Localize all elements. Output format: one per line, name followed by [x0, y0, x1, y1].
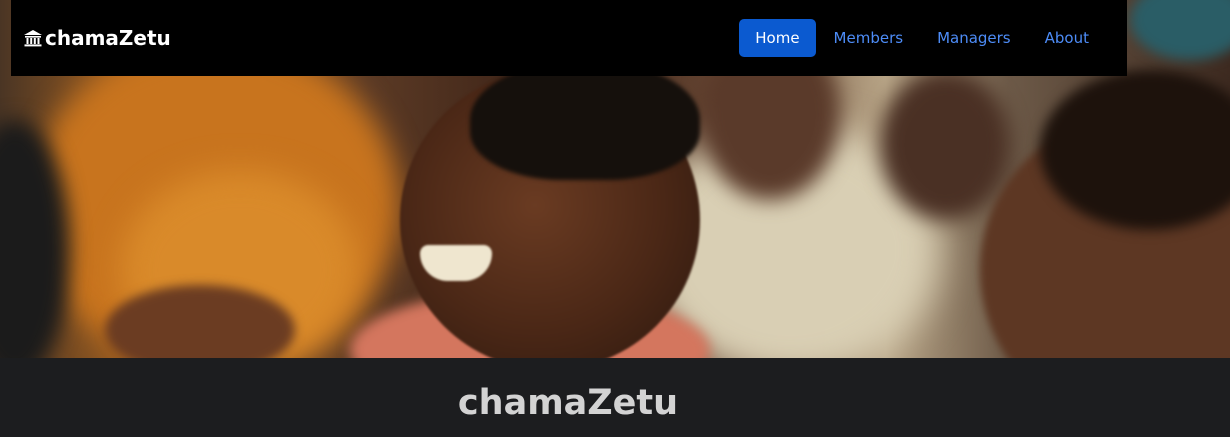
brand-label: chamaZetu: [45, 26, 171, 50]
nav-links: Home Members Managers About: [739, 19, 1105, 57]
main-content: chamaZetu: [0, 358, 1230, 437]
nav-link-managers[interactable]: Managers: [921, 19, 1027, 57]
nav-link-home[interactable]: Home: [739, 19, 816, 57]
brand-link[interactable]: chamaZetu: [23, 26, 171, 50]
navbar: chamaZetu Home Members Managers About: [11, 0, 1127, 76]
page-title: chamaZetu: [457, 383, 679, 423]
nav-link-members[interactable]: Members: [818, 19, 920, 57]
page: chamaZetu Home Members Managers About ch…: [0, 0, 1230, 437]
bank-icon: [23, 28, 43, 48]
nav-link-about[interactable]: About: [1029, 19, 1105, 57]
